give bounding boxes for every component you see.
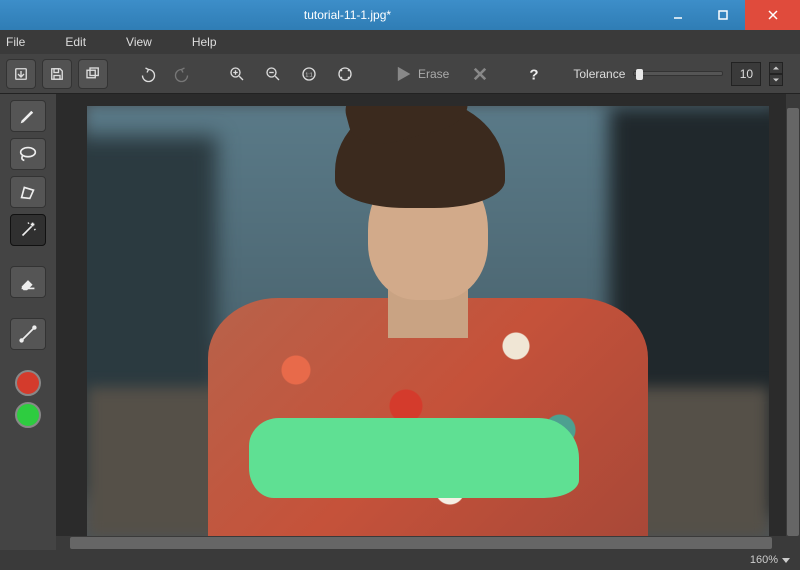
tool-sidebar: [0, 94, 56, 550]
window-title: tutorial-11-1.jpg*: [40, 8, 655, 22]
erase-label: Erase: [418, 67, 449, 81]
open-button[interactable]: [6, 59, 36, 89]
redo-icon: [174, 65, 192, 83]
scroll-thumb-v[interactable]: [787, 108, 799, 536]
x-icon: [471, 65, 489, 83]
workspace: [0, 94, 800, 550]
chevron-down-icon: [773, 78, 779, 82]
magic-wand-tool[interactable]: [10, 214, 46, 246]
lasso-tool[interactable]: [10, 138, 46, 170]
marker-tool[interactable]: [10, 100, 46, 132]
help-button[interactable]: ?: [519, 59, 549, 89]
undo-icon: [138, 65, 156, 83]
zoom-actual-button[interactable]: 1:1: [294, 59, 324, 89]
zoom-in-button[interactable]: [222, 59, 252, 89]
compare-button[interactable]: [78, 59, 108, 89]
tolerance-value[interactable]: 10: [731, 62, 761, 86]
save-button[interactable]: [42, 59, 72, 89]
zoom-level[interactable]: 160%: [750, 554, 778, 566]
play-icon: [394, 65, 412, 83]
tolerance-label: Tolerance: [573, 67, 625, 81]
chevron-up-icon: [773, 66, 779, 70]
line-tool[interactable]: [10, 318, 46, 350]
tolerance-slider[interactable]: [633, 71, 723, 76]
magic-wand-icon: [17, 219, 39, 241]
tolerance-spin-up[interactable]: [769, 62, 783, 74]
image-canvas[interactable]: [87, 106, 769, 538]
question-icon: ?: [525, 65, 543, 83]
menu-edit[interactable]: Edit: [65, 35, 86, 49]
maximize-button[interactable]: [700, 0, 745, 30]
undo-button[interactable]: [132, 59, 162, 89]
zoom-out-button[interactable]: [258, 59, 288, 89]
menu-view[interactable]: View: [126, 35, 152, 49]
canvas-area: [56, 94, 800, 550]
minimize-button[interactable]: [655, 0, 700, 30]
menu-file[interactable]: File: [6, 35, 25, 49]
folder-open-icon: [12, 65, 30, 83]
eraser-icon: [17, 271, 39, 293]
titlebar: tutorial-11-1.jpg*: [0, 0, 800, 30]
horizontal-scrollbar[interactable]: [56, 536, 786, 550]
slider-thumb[interactable]: [636, 69, 643, 80]
foreground-color[interactable]: [15, 370, 41, 396]
zoom-out-icon: [264, 65, 282, 83]
background-color[interactable]: [15, 402, 41, 428]
cancel-button[interactable]: [465, 59, 495, 89]
menubar: File Edit View Help: [0, 30, 800, 54]
selection-mask: [249, 418, 579, 498]
scroll-thumb-h[interactable]: [70, 537, 772, 549]
statusbar: 160%: [0, 550, 800, 570]
tolerance-spin-down[interactable]: [769, 74, 783, 86]
menu-help[interactable]: Help: [192, 35, 217, 49]
zoom-fit-icon: [336, 65, 354, 83]
svg-text:?: ?: [530, 66, 539, 83]
eraser-tool[interactable]: [10, 266, 46, 298]
marker-icon: [17, 105, 39, 127]
close-button[interactable]: [745, 0, 800, 30]
lasso-icon: [17, 143, 39, 165]
zoom-fit-button[interactable]: [330, 59, 360, 89]
polygon-icon: [17, 181, 39, 203]
zoom-in-icon: [228, 65, 246, 83]
vertical-scrollbar[interactable]: [786, 94, 800, 550]
redo-button[interactable]: [168, 59, 198, 89]
erase-button[interactable]: Erase: [384, 59, 459, 89]
save-icon: [48, 65, 66, 83]
layers-icon: [84, 65, 102, 83]
zoom-1-1-icon: 1:1: [300, 65, 318, 83]
polygon-tool[interactable]: [10, 176, 46, 208]
chevron-down-icon: [782, 558, 790, 563]
toolbar: 1:1 Erase ? Tolerance 10: [0, 54, 800, 94]
line-icon: [17, 323, 39, 345]
svg-text:1:1: 1:1: [305, 72, 312, 78]
